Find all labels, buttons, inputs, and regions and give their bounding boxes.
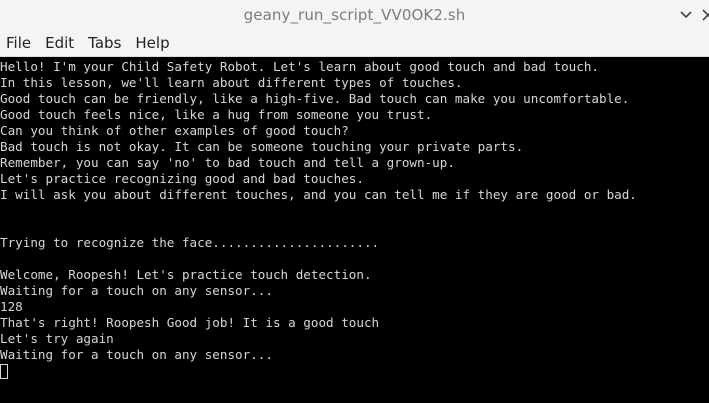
menu-tabs[interactable]: Tabs — [81, 30, 128, 57]
terminal-line: Waiting for a touch on any sensor... — [0, 283, 273, 298]
window-title: geany_run_script_VV0OK2.sh — [243, 6, 466, 24]
terminal-line: Bad touch is not okay. It can be someone… — [0, 139, 524, 154]
terminal-output[interactable]: Hello! I'm your Child Safety Robot. Let'… — [0, 57, 709, 403]
chevron-down-icon[interactable] — [679, 8, 693, 22]
terminal-line: In this lesson, we'll learn about differ… — [0, 75, 463, 90]
terminal-line: Remember, you can say 'no' to bad touch … — [0, 155, 455, 170]
terminal-line: Trying to recognize the face............… — [0, 235, 380, 250]
terminal-line: Let's try again — [0, 331, 114, 346]
terminal-line: Waiting for a touch on any sensor... — [0, 347, 273, 362]
terminal-window: geany_run_script_VV0OK2.sh File Edit Tab… — [0, 0, 709, 403]
terminal-line: Hello! I'm your Child Safety Robot. Let'… — [0, 59, 599, 74]
menu-file[interactable]: File — [0, 30, 38, 57]
terminal-line: Welcome, Roopesh! Let's practice touch d… — [0, 267, 372, 282]
terminal-line: Let's practice recognizing good and bad … — [0, 171, 364, 186]
terminal-line: I will ask you about different touches, … — [0, 187, 637, 202]
title-bar[interactable]: geany_run_script_VV0OK2.sh — [0, 0, 709, 30]
menu-edit[interactable]: Edit — [38, 30, 81, 57]
terminal-line: 128 — [0, 299, 23, 314]
terminal-line: Good touch feels nice, like a hug from s… — [0, 107, 433, 122]
text-cursor — [0, 364, 8, 379]
menu-help[interactable]: Help — [128, 30, 176, 57]
terminal-line: That's right! Roopesh Good job! It is a … — [0, 315, 380, 330]
menu-bar: File Edit Tabs Help — [0, 30, 709, 57]
terminal-line: Can you think of other examples of good … — [0, 123, 349, 138]
close-icon[interactable] — [701, 8, 709, 22]
terminal-line: Good touch can be friendly, like a high-… — [0, 91, 630, 106]
